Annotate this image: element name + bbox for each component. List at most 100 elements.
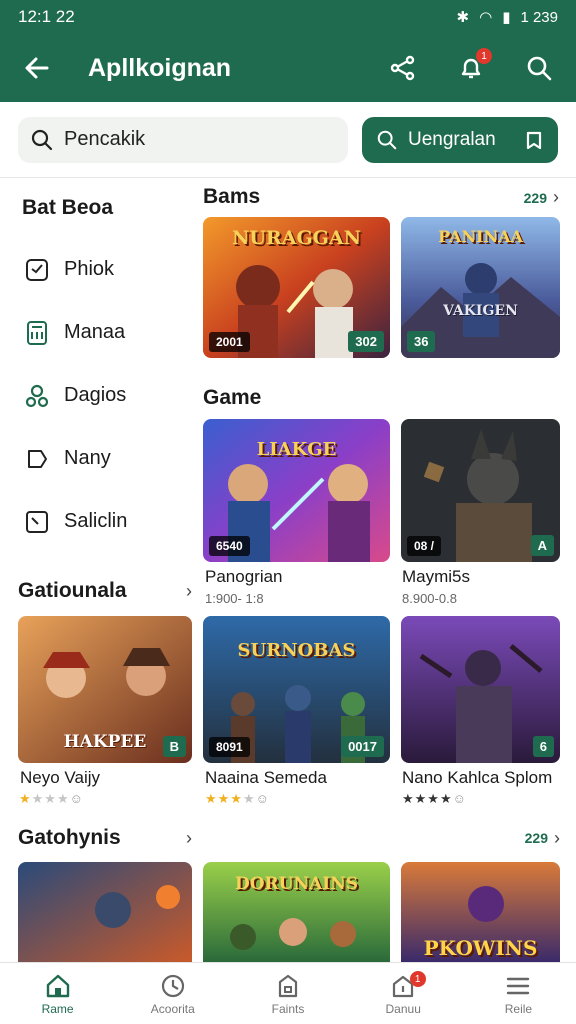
game-card[interactable]: PKOWINS	[401, 862, 560, 962]
nav-home[interactable]: Rame	[0, 963, 115, 1024]
search-icon	[527, 56, 552, 81]
notifications-button[interactable]: 1	[456, 48, 492, 83]
card-badge: 302	[348, 331, 384, 352]
nav-account[interactable]: Acoorita	[115, 963, 230, 1024]
search-input[interactable]	[64, 128, 324, 151]
status-bar: 12:1 22 ✱ ◠ ▮ 1 239	[0, 0, 576, 34]
nav-label: Rame	[41, 1001, 74, 1016]
chevron-right-icon[interactable]: ›	[186, 581, 192, 602]
section-gatiounala: Gatiounala ›	[18, 576, 192, 606]
sidebar-item-nany[interactable]: Nany	[0, 427, 190, 490]
card-badge: 0017	[341, 736, 384, 757]
game-art-title: LIAKGE	[256, 439, 337, 460]
game-art-title: PANINAA	[438, 227, 523, 246]
game-subtitle: 8.900-0.8	[402, 591, 457, 606]
search-row: Uengralan	[0, 102, 576, 178]
bottom-nav: Rame Acoorita Faints 1 Danuu Reile	[0, 962, 576, 1024]
sidebar-item-dagios[interactable]: Dagios	[0, 364, 190, 427]
card-tag: 8091	[209, 737, 250, 757]
calculator-icon	[27, 320, 47, 345]
section-gatohynis: Gatohynis ›	[18, 823, 192, 853]
game-card[interactable]: 08 / A	[401, 419, 560, 562]
see-more-gatohynis[interactable]: 229 ›	[500, 823, 560, 853]
cta-label: Uengralan	[408, 128, 496, 150]
sidebar-item-label: Dagios	[64, 384, 127, 406]
section-bams: Bams 229 ›	[203, 182, 559, 212]
wifi-icon: ◠	[479, 9, 493, 26]
card-badge: 6	[532, 736, 554, 757]
sidebar-item-label: Saliclin	[64, 510, 128, 532]
more-count: 229	[524, 830, 548, 846]
sidebar-item-phiok[interactable]: Phiok	[0, 238, 190, 301]
nav-danuu[interactable]: 1 Danuu	[346, 963, 461, 1024]
app-title: Apllkoignan	[88, 53, 232, 82]
share-button[interactable]	[388, 53, 418, 83]
section-title: Bams	[203, 185, 261, 208]
sidebar-item-label: Manaa	[64, 321, 126, 343]
section-title: Game	[203, 386, 262, 409]
chevron-right-icon: ›	[554, 827, 560, 848]
search-button[interactable]	[524, 53, 554, 83]
clock-icon	[161, 974, 184, 997]
game-card[interactable]: NURAGGAN 2001 302	[203, 217, 390, 358]
section-game: Game	[203, 383, 559, 413]
back-button[interactable]	[0, 54, 74, 82]
sidebar-item-manaa[interactable]: Manaa	[0, 301, 190, 364]
game-title: Naaina Semeda	[205, 768, 327, 787]
rating-stars: ★★★★☺	[402, 791, 467, 806]
game-card[interactable]: 6	[401, 616, 560, 763]
game-title: Maymi5s	[402, 567, 471, 586]
cta-button[interactable]: Uengralan	[362, 116, 558, 163]
back-arrow-icon	[25, 57, 49, 79]
game-title: Neyo Vaijy	[20, 768, 100, 787]
image-icon	[26, 510, 48, 533]
game-subtitle: 1:900- 1:8	[205, 591, 264, 606]
nav-faints[interactable]: Faints	[230, 963, 345, 1024]
card-tag: 6540	[209, 536, 250, 556]
see-more-bams[interactable]: 229 ›	[524, 187, 559, 208]
chevron-right-icon: ›	[553, 186, 559, 207]
nav-menu[interactable]: Reile	[461, 963, 576, 1024]
game-card[interactable]: DORUNAINS	[203, 862, 390, 962]
sidebar-item-label: Phiok	[64, 258, 115, 280]
clock-square-icon	[26, 258, 48, 281]
bookmark-icon	[526, 131, 542, 149]
card-tag: 2001	[209, 332, 250, 352]
game-art-title: SURNOBAS	[237, 640, 356, 661]
signal-icon: ▮	[502, 9, 511, 26]
card-badge: B	[162, 736, 186, 757]
people-icon	[25, 384, 49, 407]
game-title: Nano Kahlca Splom	[402, 768, 553, 787]
bluetooth-icon: ✱	[456, 9, 470, 26]
nav-label: Reile	[504, 1001, 533, 1016]
search-icon	[377, 130, 397, 149]
game-art-title: PKOWINS	[423, 936, 538, 960]
rating-stars: ★★★★☺	[205, 791, 270, 806]
rating-stars: ★★★★☺	[19, 791, 84, 806]
status-right-text: 1 239	[520, 8, 558, 26]
sidebar-title: Bat Beoa	[22, 196, 114, 219]
game-card[interactable]: LIAKGE 6540	[203, 419, 390, 562]
store-icon	[278, 974, 298, 997]
search-box[interactable]	[18, 116, 348, 163]
game-art-subtitle: VAKIGEN	[443, 303, 518, 319]
status-time: 12:1 22	[18, 7, 75, 26]
section-title: Gatiounala	[18, 579, 127, 602]
section-title: Gatohynis	[18, 826, 121, 849]
tag-icon	[28, 449, 47, 468]
chevron-right-icon[interactable]: ›	[186, 828, 192, 849]
nav-label: Faints	[271, 1001, 305, 1016]
card-tag: 08 /	[407, 536, 442, 556]
game-card[interactable]: PANINAA VAKIGEN 36	[401, 217, 560, 358]
game-card[interactable]: HAKPEE B	[18, 616, 192, 763]
nav-badge: 1	[409, 971, 426, 987]
nav-label: Acoorita	[150, 1001, 195, 1016]
nav-label: Danuu	[385, 1001, 421, 1016]
search-icon	[31, 129, 53, 150]
game-card[interactable]: SURNOBAS 8091 0017	[203, 616, 390, 763]
game-art-title: DORUNAINS	[234, 874, 358, 894]
category-sidebar: Bat Beoa Phiok Manaa Dagios Nany Salicli…	[0, 180, 190, 553]
game-card[interactable]	[18, 862, 192, 962]
sidebar-item-saliclin[interactable]: Saliclin	[0, 490, 190, 553]
status-icons: ✱ ◠ ▮ 1 239	[456, 8, 558, 27]
